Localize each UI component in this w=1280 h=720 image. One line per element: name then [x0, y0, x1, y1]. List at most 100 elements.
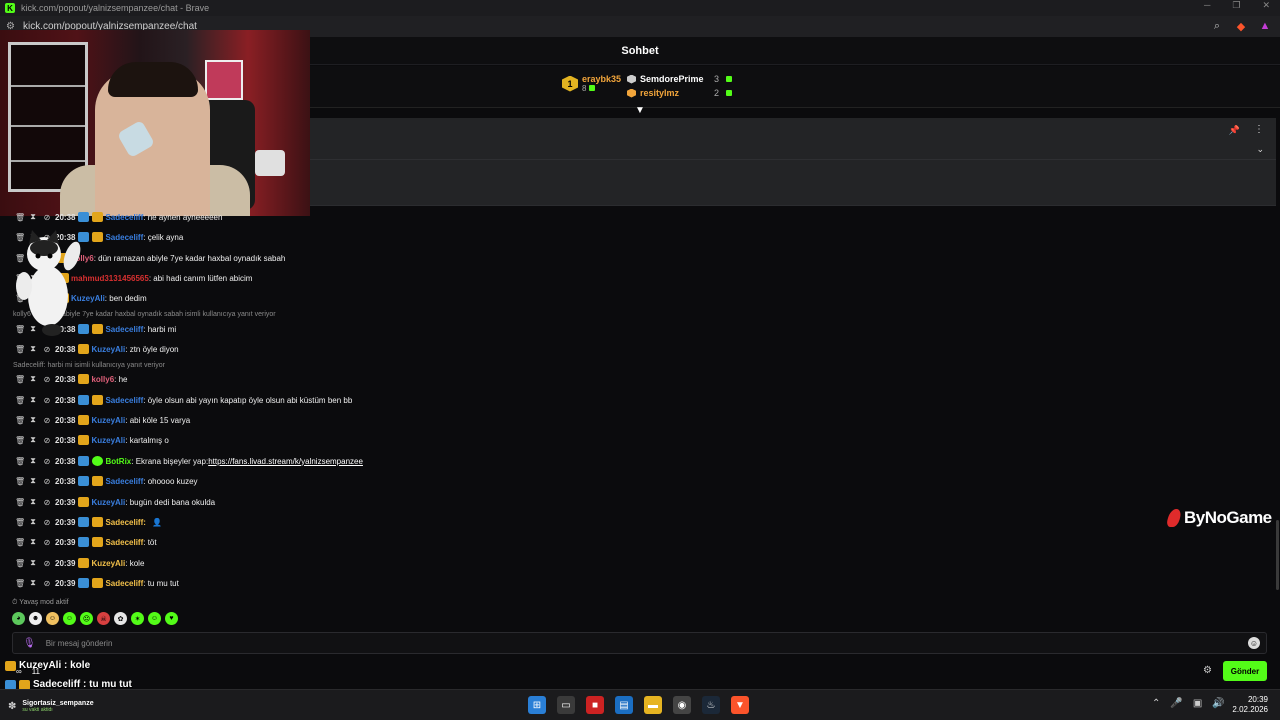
emote-icon[interactable]: ☹ [80, 612, 93, 625]
delete-icon[interactable]: 🗑 [15, 498, 25, 507]
pin-icon[interactable]: 📌 [1229, 125, 1240, 136]
ban-icon[interactable]: ⊘ [43, 538, 51, 547]
message-username[interactable]: KuzeyAli [91, 345, 125, 354]
volume-icon[interactable]: 🔊 [1212, 698, 1224, 709]
zoom-icon[interactable]: ⌕ [1210, 19, 1224, 33]
leader-first[interactable]: 1 eraybk35 8 [562, 74, 621, 93]
brave-icon[interactable]: ▼ [731, 696, 749, 714]
chevron-up-icon[interactable]: ⌃ [1152, 698, 1160, 709]
leader-second[interactable]: SemdorePrime 3 [627, 72, 733, 86]
timeout-icon[interactable]: ⧗ [29, 395, 37, 405]
delete-icon[interactable]: 🗑 [15, 436, 25, 445]
delete-icon[interactable]: 🗑 [15, 375, 25, 384]
timeout-icon[interactable]: ⧗ [29, 435, 37, 445]
delete-icon[interactable]: 🗑 [15, 559, 25, 568]
task-view-icon[interactable]: ▭ [557, 696, 575, 714]
emote-icon[interactable]: ☻ [29, 612, 42, 625]
collapse-leaderboard-icon[interactable]: ▼ [635, 105, 645, 116]
taskbar-user[interactable]: ✽ Sigortasiz_sempanze su vakti aktidı [8, 700, 94, 713]
send-button[interactable]: Gönder [1223, 661, 1267, 681]
maximize-button[interactable]: ❐ [1232, 0, 1240, 11]
obs-icon[interactable]: ◉ [673, 696, 691, 714]
ban-icon[interactable]: ⊘ [43, 518, 51, 527]
delete-icon[interactable]: 🗑 [15, 416, 25, 425]
brave-shield-icon[interactable]: ◆ [1234, 19, 1248, 33]
delete-icon[interactable]: 🗑 [15, 579, 25, 588]
timeout-icon[interactable]: ⧗ [29, 517, 37, 527]
delete-icon[interactable]: 🗑 [15, 345, 25, 354]
message-username[interactable]: Sadeceliff [105, 325, 143, 334]
timeout-icon[interactable]: ⧗ [29, 415, 37, 425]
message-username[interactable]: Sadeceliff: [105, 518, 145, 527]
scrollbar[interactable] [1276, 520, 1279, 590]
emote-icon[interactable]: ☺ [46, 612, 59, 625]
message-username[interactable]: KuzeyAli [91, 436, 125, 445]
emote-icon[interactable]: ◕ [12, 612, 25, 625]
delete-icon[interactable]: 🗑 [15, 396, 25, 405]
app-icon[interactable]: ■ [586, 696, 604, 714]
chat-message[interactable]: 🗑 ⧗ ⊘ 20:38 kolly6: he [0, 370, 128, 388]
message-username[interactable]: kolly6 [91, 375, 114, 384]
message-username[interactable]: KuzeyAli [91, 498, 125, 507]
microphone-icon[interactable]: 🎤 [1170, 698, 1182, 709]
clock[interactable]: 20:39 2.02.2026 [1232, 695, 1268, 715]
message-username[interactable]: Sadeceliff [105, 213, 143, 222]
timeout-icon[interactable]: ⧗ [29, 497, 37, 507]
timeout-icon[interactable]: ⧗ [29, 537, 37, 547]
chat-message[interactable]: 🗑 ⧗ ⊘ 20:38 Sadeceliff: ohoooo kuzey [0, 472, 198, 490]
timeout-icon[interactable]: ⧗ [29, 374, 37, 384]
chat-message[interactable]: 🗑 ⧗ ⊘ 20:38 KuzeyAli: ztn öyle diyon [0, 340, 179, 358]
folder-icon[interactable]: ▬ [644, 696, 662, 714]
message-username[interactable]: Sadeceliff [105, 538, 143, 547]
chat-message[interactable]: 🗑 ⧗ ⊘ 20:38 Sadeceliff: öyle olsun abi yayın… [0, 391, 352, 409]
close-button[interactable]: ✕ [1262, 0, 1270, 11]
message-username[interactable]: Sadeceliff [105, 233, 143, 242]
start-icon[interactable]: ⊞ [528, 696, 546, 714]
microphone-icon[interactable]: 🎙 [23, 638, 36, 649]
timeout-icon[interactable]: ⧗ [29, 344, 37, 354]
emote-icon[interactable]: ☠ [97, 612, 110, 625]
ban-icon[interactable]: ⊘ [43, 559, 51, 568]
leader-third[interactable]: resitylmz 2 [627, 86, 733, 100]
emote-icon[interactable]: ☺ [63, 612, 76, 625]
emote-icon[interactable]: ♥ [165, 612, 178, 625]
timeout-icon[interactable]: ⧗ [29, 456, 37, 466]
ban-icon[interactable]: ⊘ [43, 213, 51, 222]
ban-icon[interactable]: ⊘ [43, 375, 51, 384]
chat-message[interactable]: 🗑 ⧗ ⊘ 20:38 KuzeyAli: kartalmış o [0, 431, 169, 449]
steam-icon[interactable]: ♨ [702, 696, 720, 714]
message-username[interactable]: KuzeyAli [91, 559, 125, 568]
delete-icon[interactable]: 🗑 [15, 518, 25, 527]
ban-icon[interactable]: ⊘ [43, 498, 51, 507]
ban-icon[interactable]: ⊘ [43, 396, 51, 405]
network-icon[interactable]: ▣ [1193, 698, 1202, 709]
ban-icon[interactable]: ⊘ [43, 345, 51, 354]
message-username[interactable]: KuzeyAli [91, 416, 125, 425]
chat-message[interactable]: 🗑 ⧗ ⊘ 20:39 Sadeceliff: töt [0, 533, 157, 551]
minimize-button[interactable]: ─ [1204, 0, 1210, 11]
message-username[interactable]: Sadeceliff [105, 579, 143, 588]
chat-message[interactable]: 🗑 ⧗ ⊘ 20:38 Sadeceliff: ne aynen ayneeeeen [0, 208, 222, 226]
chat-message[interactable]: 🗑 ⧗ ⊘ 20:39 Sadeceliff: 👤 [0, 513, 162, 531]
chat-settings-icon[interactable]: ⚙ [1203, 665, 1212, 676]
message-username[interactable]: Sadeceliff [105, 396, 143, 405]
ban-icon[interactable]: ⊘ [43, 416, 51, 425]
more-options-icon[interactable]: ⋮ [1254, 124, 1264, 135]
delete-icon[interactable]: 🗑 [15, 457, 25, 466]
chevron-down-icon[interactable]: ⌄ [1256, 144, 1264, 155]
emote-icon[interactable]: ☺ [148, 612, 161, 625]
timeout-icon[interactable]: ⧗ [29, 558, 37, 568]
ban-icon[interactable]: ⊘ [43, 457, 51, 466]
emoji-picker-icon[interactable]: ☺ [1248, 637, 1260, 649]
timeout-icon[interactable]: ⧗ [29, 212, 37, 222]
delete-icon[interactable]: 🗑 [15, 538, 25, 547]
ban-icon[interactable]: ⊘ [43, 579, 51, 588]
chat-message[interactable]: 🗑 ⧗ ⊘ 20:39 Sadeceliff: tu mu tut [0, 574, 179, 592]
chat-input[interactable]: 🎙 Bir mesaj gönderin ☺ [12, 632, 1267, 654]
timeout-icon[interactable]: ⧗ [29, 476, 37, 486]
chat-message[interactable]: 🗑 ⧗ ⊘ 20:38 KuzeyAli: abi köle 15 varya [0, 411, 190, 429]
message-link[interactable]: https://fans.livad.stream/k/yalnizsempan… [208, 457, 363, 466]
ban-icon[interactable]: ⊘ [43, 436, 51, 445]
emote-icon[interactable]: ✶ [131, 612, 144, 625]
store-icon[interactable]: ▤ [615, 696, 633, 714]
